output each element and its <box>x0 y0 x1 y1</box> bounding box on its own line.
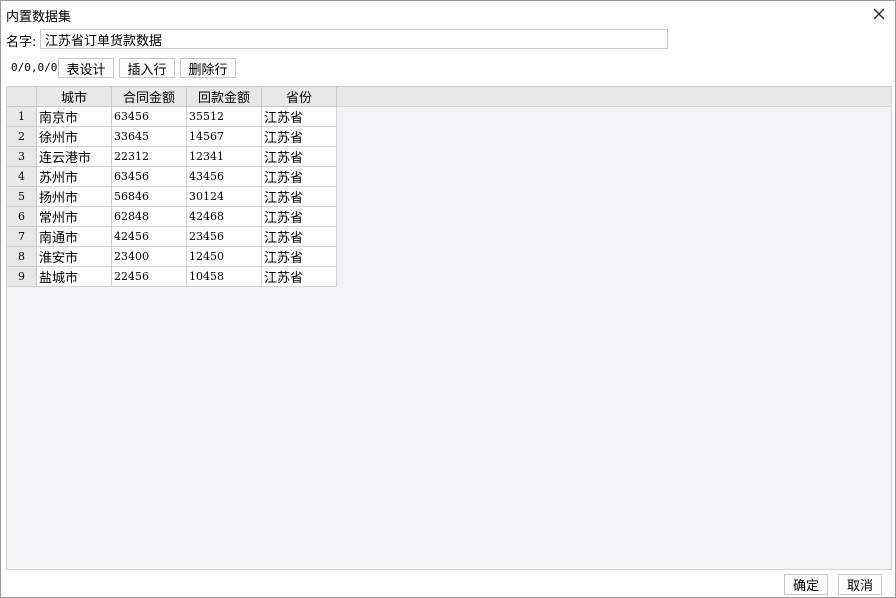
column-header[interactable]: 城市 <box>37 87 112 107</box>
position-counter: 0/0,0/0 <box>11 61 58 74</box>
table-cell[interactable]: 江苏省 <box>262 127 337 147</box>
column-header[interactable]: 回款金额 <box>187 87 262 107</box>
name-input[interactable] <box>40 29 668 49</box>
cancel-button[interactable]: 取消 <box>838 574 882 595</box>
data-grid: 城市 合同金额 回款金额 省份 1 南京市 63456 35512 江苏省 2 徐州市 33645 14… <box>6 86 892 570</box>
row-header[interactable]: 1 <box>7 107 37 127</box>
row-header[interactable]: 4 <box>7 167 37 187</box>
row-header[interactable]: 2 <box>7 127 37 147</box>
table-cell[interactable]: 56846 <box>112 187 187 207</box>
table-cell[interactable]: 12341 <box>187 147 262 167</box>
table-cell[interactable]: 江苏省 <box>262 147 337 167</box>
table-cell[interactable]: 徐州市 <box>37 127 112 147</box>
table-cell[interactable]: 南京市 <box>37 107 112 127</box>
table-cell[interactable]: 35512 <box>187 107 262 127</box>
table-cell[interactable]: 42456 <box>112 227 187 247</box>
name-row: 名字: <box>6 29 676 50</box>
column-header[interactable]: 合同金额 <box>112 87 187 107</box>
table-cell[interactable]: 43456 <box>187 167 262 187</box>
table-design-button[interactable]: 表设计 <box>58 58 114 78</box>
row-header[interactable]: 9 <box>7 267 37 287</box>
table-cell[interactable]: 江苏省 <box>262 207 337 227</box>
close-button[interactable] <box>869 4 889 24</box>
row-header[interactable]: 6 <box>7 207 37 227</box>
table-cell[interactable]: 23456 <box>187 227 262 247</box>
table-cell[interactable]: 江苏省 <box>262 167 337 187</box>
row-header[interactable]: 3 <box>7 147 37 167</box>
table-cell[interactable]: 10458 <box>187 267 262 287</box>
table-cell[interactable]: 淮安市 <box>37 247 112 267</box>
header-filler <box>337 87 891 107</box>
table-cell[interactable]: 63456 <box>112 107 187 127</box>
table-cell[interactable]: 苏州市 <box>37 167 112 187</box>
table-cell[interactable]: 扬州市 <box>37 187 112 207</box>
dataset-dialog: 内置数据集 名字: 0/0,0/0 表设计 插入行 删除行 城市合同金额回款金额… <box>0 0 896 598</box>
table-cell[interactable]: 常州市 <box>37 207 112 227</box>
table-cell[interactable]: 连云港市 <box>37 147 112 167</box>
table-cell[interactable]: 42468 <box>187 207 262 227</box>
delete-row-button[interactable]: 删除行 <box>180 58 236 78</box>
toolbar: 0/0,0/0 表设计 插入行 删除行 <box>11 58 241 78</box>
close-icon <box>873 8 885 20</box>
table-cell[interactable]: 江苏省 <box>262 227 337 247</box>
table-cell[interactable]: 30124 <box>187 187 262 207</box>
table-cell[interactable]: 江苏省 <box>262 107 337 127</box>
insert-row-button[interactable]: 插入行 <box>119 58 175 78</box>
ok-button[interactable]: 确定 <box>784 574 828 595</box>
table-cell[interactable]: 南通市 <box>37 227 112 247</box>
table-cell[interactable]: 江苏省 <box>262 267 337 287</box>
row-header[interactable]: 7 <box>7 227 37 247</box>
table-cell[interactable]: 33645 <box>112 127 187 147</box>
table-cell[interactable]: 江苏省 <box>262 247 337 267</box>
table-cell[interactable]: 23400 <box>112 247 187 267</box>
title-bar: 内置数据集 <box>1 1 895 27</box>
column-header[interactable]: 省份 <box>262 87 337 107</box>
table-cell[interactable]: 22456 <box>112 267 187 287</box>
table-cell[interactable]: 22312 <box>112 147 187 167</box>
corner-cell[interactable] <box>7 87 37 107</box>
row-header[interactable]: 5 <box>7 187 37 207</box>
window-title: 内置数据集 <box>6 10 72 25</box>
table-cell[interactable]: 62848 <box>112 207 187 227</box>
table-cell[interactable]: 江苏省 <box>262 187 337 207</box>
table-cell[interactable]: 盐城市 <box>37 267 112 287</box>
table-cell[interactable]: 63456 <box>112 167 187 187</box>
name-label: 名字: <box>6 35 37 50</box>
table-cell[interactable]: 14567 <box>187 127 262 147</box>
table-cell[interactable]: 12450 <box>187 247 262 267</box>
row-header[interactable]: 8 <box>7 247 37 267</box>
